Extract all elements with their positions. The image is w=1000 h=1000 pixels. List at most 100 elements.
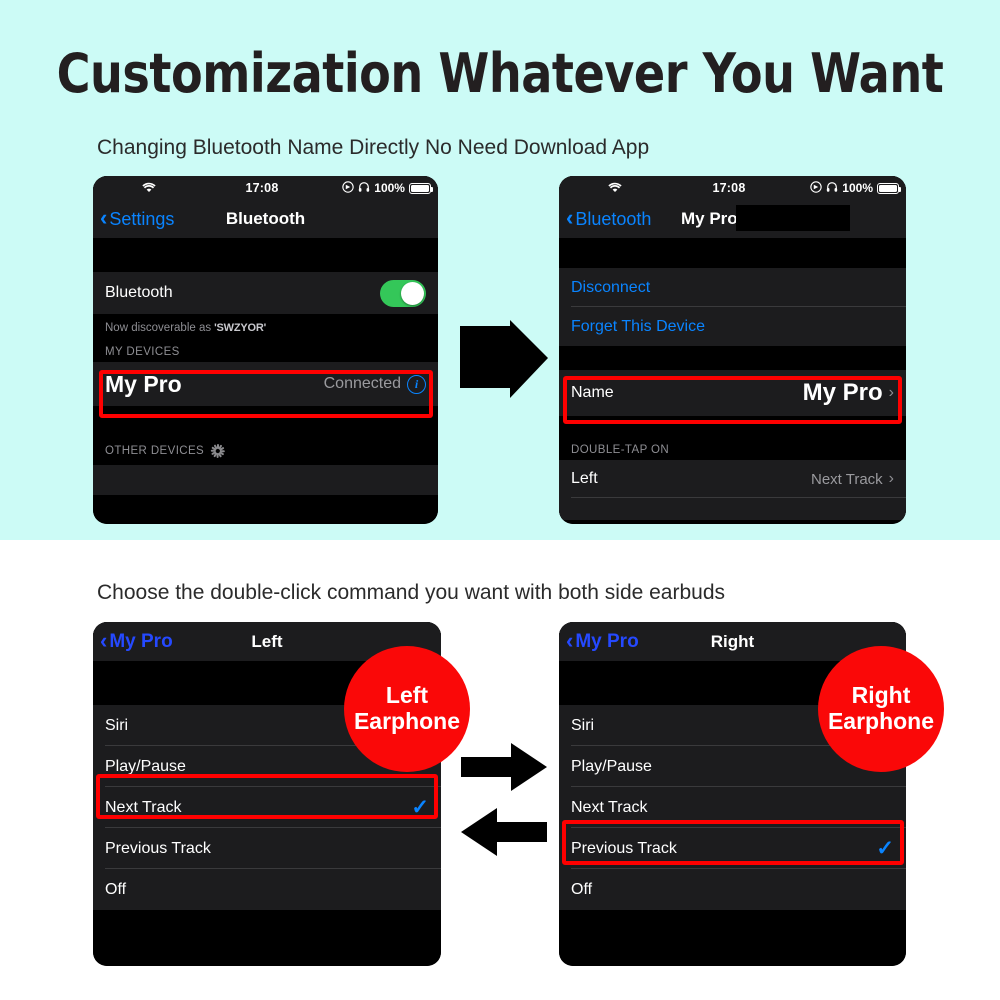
status-bar-time: 17:08 bbox=[245, 181, 279, 195]
back-to-my-pro-button[interactable]: ‹ My Pro bbox=[559, 627, 639, 653]
bottom-section-caption: Choose the double-click command you want… bbox=[97, 581, 726, 604]
badge-line-1: Left bbox=[385, 682, 429, 709]
option-row-previous-track[interactable]: Previous Track ✓ bbox=[559, 828, 906, 869]
disconnect-button[interactable]: Disconnect bbox=[559, 268, 906, 307]
nav-bar: ‹ Settings Bluetooth bbox=[93, 200, 438, 238]
name-value-group: My Pro › bbox=[803, 379, 894, 407]
location-icon bbox=[810, 180, 822, 196]
poster-root: Customization Whatever You Want Changing… bbox=[0, 0, 1000, 1000]
back-label: My Pro bbox=[109, 630, 173, 652]
spacer-block-3 bbox=[559, 416, 906, 433]
option-row-next-track[interactable]: Next Track bbox=[559, 787, 906, 828]
location-icon bbox=[342, 180, 354, 196]
status-bar-2: 17:08 100% bbox=[559, 176, 906, 200]
status-bar: 17:08 100% bbox=[93, 176, 438, 200]
disconnect-label: Disconnect bbox=[571, 278, 651, 296]
option-label: Play/Pause bbox=[105, 757, 186, 775]
option-row-off[interactable]: Off bbox=[559, 869, 906, 910]
info-circle-icon[interactable]: i bbox=[407, 374, 426, 394]
back-label: Bluetooth bbox=[575, 208, 652, 229]
other-devices-label: OTHER DEVICES bbox=[105, 444, 205, 457]
chevron-left-icon: ‹ bbox=[100, 627, 108, 653]
device-status-group: Connected i bbox=[323, 374, 426, 394]
screen-device-detail: 17:08 100% ‹ Bluetooth My Pro Disconnect… bbox=[559, 176, 906, 524]
badge-left-earphone: Left Earphone bbox=[344, 646, 470, 772]
forget-device-button[interactable]: Forget This Device bbox=[559, 307, 906, 346]
spacer-block bbox=[93, 238, 438, 272]
double-tap-left-row[interactable]: Left Next Track › bbox=[559, 460, 906, 498]
double-tap-partial-row bbox=[559, 498, 906, 520]
name-label: Name bbox=[571, 384, 614, 401]
bluetooth-toggle-row[interactable]: Bluetooth bbox=[93, 272, 438, 314]
status-bar-right-2: 100% bbox=[787, 180, 906, 196]
wifi-icon bbox=[142, 182, 156, 195]
back-label: Settings bbox=[109, 208, 175, 229]
option-row-next-track[interactable]: Next Track ✓ bbox=[93, 787, 441, 828]
status-bar-left bbox=[93, 182, 205, 195]
other-devices-header: OTHER DEVICES bbox=[93, 440, 438, 465]
discoverable-name: 'SWZYOR' bbox=[214, 321, 267, 334]
chevron-right-icon: › bbox=[888, 384, 894, 401]
redaction-block bbox=[736, 205, 850, 231]
loading-spinner-icon bbox=[211, 443, 226, 458]
chevron-left-icon: ‹ bbox=[100, 205, 108, 230]
name-row[interactable]: Name My Pro › bbox=[559, 370, 906, 416]
device-heading: My Pro bbox=[681, 209, 738, 228]
double-tap-left-label: Left bbox=[571, 470, 598, 487]
chevron-left-icon: ‹ bbox=[566, 627, 574, 653]
badge-line-1: Right bbox=[851, 682, 911, 709]
arrow-left-icon bbox=[461, 808, 547, 861]
battery-full-icon bbox=[877, 182, 901, 194]
status-bar-right: 100% bbox=[319, 180, 438, 196]
status-bar-left-2 bbox=[559, 182, 671, 195]
back-label: My Pro bbox=[575, 630, 639, 652]
spacer-block-2 bbox=[93, 406, 438, 440]
option-label: Next Track bbox=[571, 798, 648, 816]
discoverable-prefix: Now discoverable as bbox=[105, 321, 212, 334]
arrow-right-icon bbox=[461, 743, 547, 796]
status-bar-time: 17:08 bbox=[712, 181, 746, 195]
page-title: Customization Whatever You Want bbox=[56, 42, 944, 105]
top-section-caption: Changing Bluetooth Name Directly No Need… bbox=[97, 136, 650, 159]
device-row-my-pro[interactable]: My Pro Connected i bbox=[93, 362, 438, 406]
headphones-icon bbox=[826, 181, 838, 196]
spacer-block-2 bbox=[559, 346, 906, 370]
badge-line-2: Earphone bbox=[353, 708, 461, 734]
other-devices-empty-row bbox=[93, 465, 438, 495]
option-label: Previous Track bbox=[571, 839, 677, 857]
my-devices-header: MY DEVICES bbox=[93, 341, 438, 362]
battery-percent-label: 100% bbox=[374, 181, 405, 195]
chevron-left-icon: ‹ bbox=[566, 205, 574, 230]
device-status: Connected bbox=[323, 375, 401, 392]
option-label: Next Track bbox=[105, 798, 182, 816]
option-label: Siri bbox=[571, 716, 595, 734]
option-row-previous-track[interactable]: Previous Track bbox=[93, 828, 441, 869]
discoverable-note: Now discoverable as 'SWZYOR' bbox=[93, 314, 438, 341]
nav-bar-2: ‹ Bluetooth My Pro bbox=[559, 200, 906, 238]
device-name: My Pro bbox=[105, 370, 182, 397]
bluetooth-label: Bluetooth bbox=[105, 284, 173, 301]
option-label: Off bbox=[105, 880, 127, 898]
spacer-block bbox=[559, 238, 906, 268]
back-to-bluetooth-button[interactable]: ‹ Bluetooth bbox=[559, 205, 652, 230]
option-label: Play/Pause bbox=[571, 757, 652, 775]
screen-bluetooth: 17:08 100% ‹ Settings Bluetooth Bluetoot… bbox=[93, 176, 438, 524]
badge-right-earphone: Right Earphone bbox=[818, 646, 944, 772]
back-to-settings-button[interactable]: ‹ Settings bbox=[93, 205, 175, 230]
option-label: Previous Track bbox=[105, 839, 211, 857]
battery-full-icon bbox=[408, 182, 433, 194]
wifi-icon bbox=[608, 182, 622, 195]
bluetooth-toggle[interactable] bbox=[380, 279, 426, 307]
check-icon: ✓ bbox=[876, 837, 894, 860]
phone-device-detail: 17:08 100% ‹ Bluetooth My Pro Disconnect… bbox=[559, 176, 906, 524]
forget-device-label: Forget This Device bbox=[571, 317, 705, 335]
double-tap-header: DOUBLE-TAP ON bbox=[559, 433, 906, 460]
back-to-my-pro-button[interactable]: ‹ My Pro bbox=[93, 627, 173, 653]
option-row-off[interactable]: Off bbox=[93, 869, 441, 910]
arrow-right-icon bbox=[458, 320, 550, 407]
double-tap-left-value-group: Next Track › bbox=[811, 470, 894, 488]
option-label: Off bbox=[571, 880, 593, 898]
option-label: Siri bbox=[105, 716, 129, 734]
headphones-icon bbox=[358, 181, 370, 196]
chevron-right-icon: › bbox=[888, 470, 894, 487]
